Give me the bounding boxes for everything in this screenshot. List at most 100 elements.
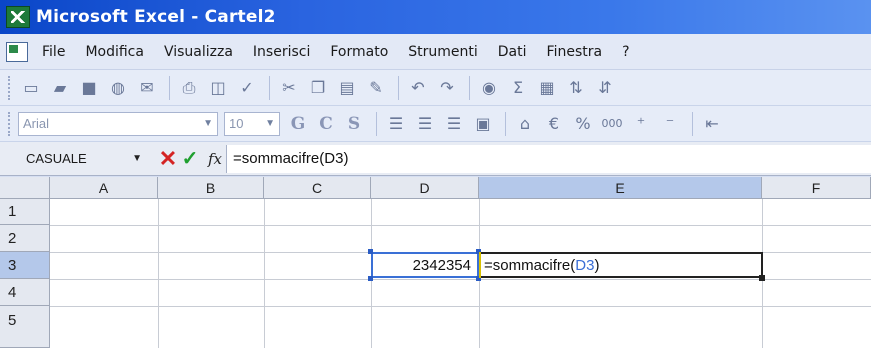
permission-icon[interactable]: ◍: [105, 76, 131, 100]
chart-wizard-icon[interactable]: ▦: [534, 76, 560, 100]
cancel-icon[interactable]: ✕: [158, 146, 178, 172]
bold-button[interactable]: G: [286, 114, 310, 134]
menu-strumenti[interactable]: Strumenti: [408, 44, 478, 60]
insert-function-icon[interactable]: fx: [204, 150, 226, 168]
toolbar-separator: [505, 111, 506, 136]
toolbar-separator: [692, 111, 693, 136]
paste-icon[interactable]: ▤: [334, 76, 360, 100]
standard-toolbar: ▭ ▰ ■ ◍ ✉ ⎙ ◫ ✓ ✂ ❐ ▤ ✎ ↶ ↷ ◉ Σ ▦ ⇅ ⇵: [0, 70, 871, 106]
column-header-c[interactable]: C: [264, 177, 371, 199]
save-icon[interactable]: ■: [76, 76, 102, 100]
row-header-4[interactable]: 4: [0, 279, 50, 306]
new-icon[interactable]: ▭: [18, 76, 44, 100]
chevron-down-icon: ▼: [132, 153, 142, 164]
euro-currency-icon[interactable]: ⌂: [512, 112, 538, 136]
align-left-icon[interactable]: ☰: [383, 112, 409, 136]
font-size-value: 10: [229, 116, 244, 131]
autosum-icon[interactable]: Σ: [505, 76, 531, 100]
chevron-down-icon: ▼: [203, 118, 213, 129]
edit-cursor: [479, 252, 481, 278]
menu-dati[interactable]: Dati: [498, 44, 527, 60]
sort-descending-icon[interactable]: ⇵: [592, 76, 618, 100]
gridline: [264, 199, 265, 348]
worksheet-grid[interactable]: A B C D E F 1 2 3 4 5 2342354 =sommacifr…: [0, 177, 871, 348]
menu-modifica[interactable]: Modifica: [85, 44, 144, 60]
range-handle[interactable]: [368, 276, 373, 281]
align-right-icon[interactable]: ☰: [441, 112, 467, 136]
formula-text-end: ): [594, 256, 600, 274]
menu-help[interactable]: ?: [622, 44, 629, 60]
print-icon[interactable]: ⎙: [176, 76, 202, 100]
format-painter-icon[interactable]: ✎: [363, 76, 389, 100]
column-header-b[interactable]: B: [158, 177, 264, 199]
formula-reference: D3: [575, 256, 595, 274]
formatting-toolbar: Arial ▼ 10 ▼ G C S ☰ ☰ ☰ ▣ ⌂ € % 000 ⁺ ⁻…: [0, 106, 871, 142]
column-header-a[interactable]: A: [50, 177, 158, 199]
row-header-1[interactable]: 1: [0, 199, 50, 225]
enter-icon[interactable]: ✓: [180, 146, 200, 171]
menu-formato[interactable]: Formato: [330, 44, 388, 60]
window-title: Microsoft Excel - Cartel2: [36, 7, 276, 27]
open-icon[interactable]: ▰: [47, 76, 73, 100]
cell-e3-active[interactable]: =sommacifre(D3): [479, 252, 763, 278]
email-icon[interactable]: ✉: [134, 76, 160, 100]
formula-text: =sommacifre(: [484, 256, 576, 274]
row-header-5[interactable]: 5: [0, 306, 50, 348]
italic-button[interactable]: C: [314, 114, 338, 134]
formula-input[interactable]: =sommacifre(D3): [226, 144, 871, 173]
underline-button[interactable]: S: [342, 114, 366, 134]
spelling-icon[interactable]: ✓: [234, 76, 260, 100]
name-box[interactable]: CASUALE ▼: [8, 146, 148, 172]
undo-icon[interactable]: ↶: [405, 76, 431, 100]
print-preview-icon[interactable]: ◫: [205, 76, 231, 100]
font-name-value: Arial: [23, 116, 50, 131]
excel-window: Microsoft Excel - Cartel2 File Modifica …: [0, 0, 871, 348]
formula-bar: CASUALE ▼ ✕ ✓ fx =sommacifre(D3): [0, 142, 871, 176]
title-bar[interactable]: Microsoft Excel - Cartel2: [0, 0, 871, 34]
cut-icon[interactable]: ✂: [276, 76, 302, 100]
toolbar-separator: [376, 111, 377, 136]
currency-button[interactable]: €: [541, 112, 567, 136]
column-header-f[interactable]: F: [762, 177, 871, 199]
sort-ascending-icon[interactable]: ⇅: [563, 76, 589, 100]
increase-decimal-icon[interactable]: ⁺: [628, 112, 654, 136]
thousands-button[interactable]: 000: [599, 112, 625, 136]
decrease-indent-icon[interactable]: ⇤: [699, 112, 725, 136]
column-header-d[interactable]: D: [371, 177, 479, 199]
menu-bar: File Modifica Visualizza Inserisci Forma…: [0, 34, 871, 70]
decrease-decimal-icon[interactable]: ⁻: [657, 112, 683, 136]
redo-icon[interactable]: ↷: [434, 76, 460, 100]
gridline: [50, 306, 871, 307]
gridline: [158, 199, 159, 348]
gridline: [50, 279, 871, 280]
menu-file[interactable]: File: [42, 44, 65, 60]
toolbar-grip[interactable]: [8, 111, 12, 136]
copy-icon[interactable]: ❐: [305, 76, 331, 100]
menu-visualizza[interactable]: Visualizza: [164, 44, 233, 60]
workbook-icon[interactable]: [6, 41, 28, 62]
toolbar-separator: [469, 75, 470, 100]
fill-handle[interactable]: [759, 275, 765, 281]
row-header-2[interactable]: 2: [0, 225, 50, 252]
range-handle[interactable]: [368, 249, 373, 254]
name-box-value: CASUALE: [26, 151, 87, 166]
row-header-3[interactable]: 3: [0, 252, 50, 279]
menu-finestra[interactable]: Finestra: [547, 44, 603, 60]
merge-center-icon[interactable]: ▣: [470, 112, 496, 136]
font-name-select[interactable]: Arial ▼: [18, 111, 218, 136]
font-size-select[interactable]: 10 ▼: [224, 111, 280, 136]
menu-inserisci[interactable]: Inserisci: [253, 44, 310, 60]
column-header-e[interactable]: E: [479, 177, 762, 199]
excel-app-icon[interactable]: [6, 6, 30, 28]
toolbar-separator: [398, 75, 399, 100]
percent-button[interactable]: %: [570, 112, 596, 136]
toolbar-grip[interactable]: [8, 75, 12, 100]
toolbar-separator: [169, 75, 170, 100]
select-all-button[interactable]: [0, 177, 50, 199]
align-center-icon[interactable]: ☰: [412, 112, 438, 136]
chevron-down-icon: ▼: [265, 118, 275, 129]
cell-d3[interactable]: 2342354: [371, 252, 479, 278]
gridline: [50, 225, 871, 226]
hyperlink-icon[interactable]: ◉: [476, 76, 502, 100]
toolbar-separator: [269, 75, 270, 100]
